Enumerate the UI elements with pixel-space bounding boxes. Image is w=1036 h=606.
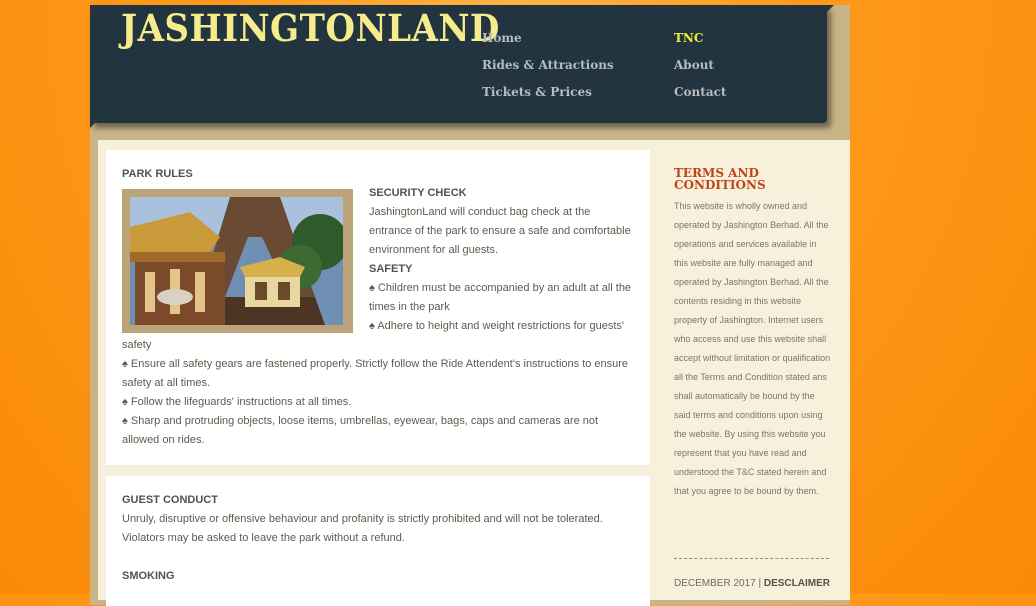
nav-contact[interactable]: Contact — [674, 85, 726, 99]
safety-title: SAFETY — [369, 263, 413, 275]
terms-and-conditions-text: This website is wholly owned and operate… — [674, 201, 831, 496]
disclaimer-link[interactable]: DESCLAIMER — [764, 578, 830, 589]
sidebar-footer: DECEMBER 2017 | DESCLAIMER — [674, 578, 830, 589]
carousel-photo — [130, 197, 343, 325]
security-check-text: JashingtonLand will conduct bag check at… — [369, 206, 631, 256]
safety-item: ♠ Sharp and protruding objects, loose it… — [122, 415, 599, 446]
header-fold-corner — [90, 118, 100, 128]
safety-item: ♠ Children must be accompanied by an adu… — [369, 282, 632, 313]
site-logo[interactable]: JASHINGTONLAND — [121, 6, 500, 50]
footer-date: DECEMBER 2017 | — [674, 578, 762, 589]
guest-conduct-title: GUEST CONDUCT — [122, 494, 218, 506]
security-check-title: SECURITY CHECK — [369, 187, 467, 199]
park-rules-title: PARK RULES — [122, 168, 193, 180]
safety-item: ♠ Follow the lifeguards' instructions at… — [122, 396, 352, 408]
nav-tickets-prices[interactable]: Tickets & Prices — [482, 85, 592, 99]
nav-home[interactable]: Home — [482, 31, 522, 45]
terms-and-conditions-title: TERMS AND CONDITIONS — [674, 166, 766, 192]
carousel-photo-frame — [122, 189, 353, 333]
safety-item: ♠ Ensure all safety gears are fastened p… — [122, 358, 629, 389]
guest-conduct-text: Unruly, disruptive or offensive behaviou… — [122, 513, 603, 544]
sidebar-divider — [674, 558, 829, 559]
nav-about[interactable]: About — [674, 58, 714, 72]
header-fold-corner-right — [824, 5, 834, 15]
nav-rides-attractions[interactable]: Rides & Attractions — [482, 58, 614, 72]
safety-item: ♠ Adhere to height and weight restrictio… — [122, 320, 624, 351]
nav-tnc[interactable]: TNC — [674, 31, 703, 45]
smoking-title: SMOKING — [122, 570, 175, 582]
